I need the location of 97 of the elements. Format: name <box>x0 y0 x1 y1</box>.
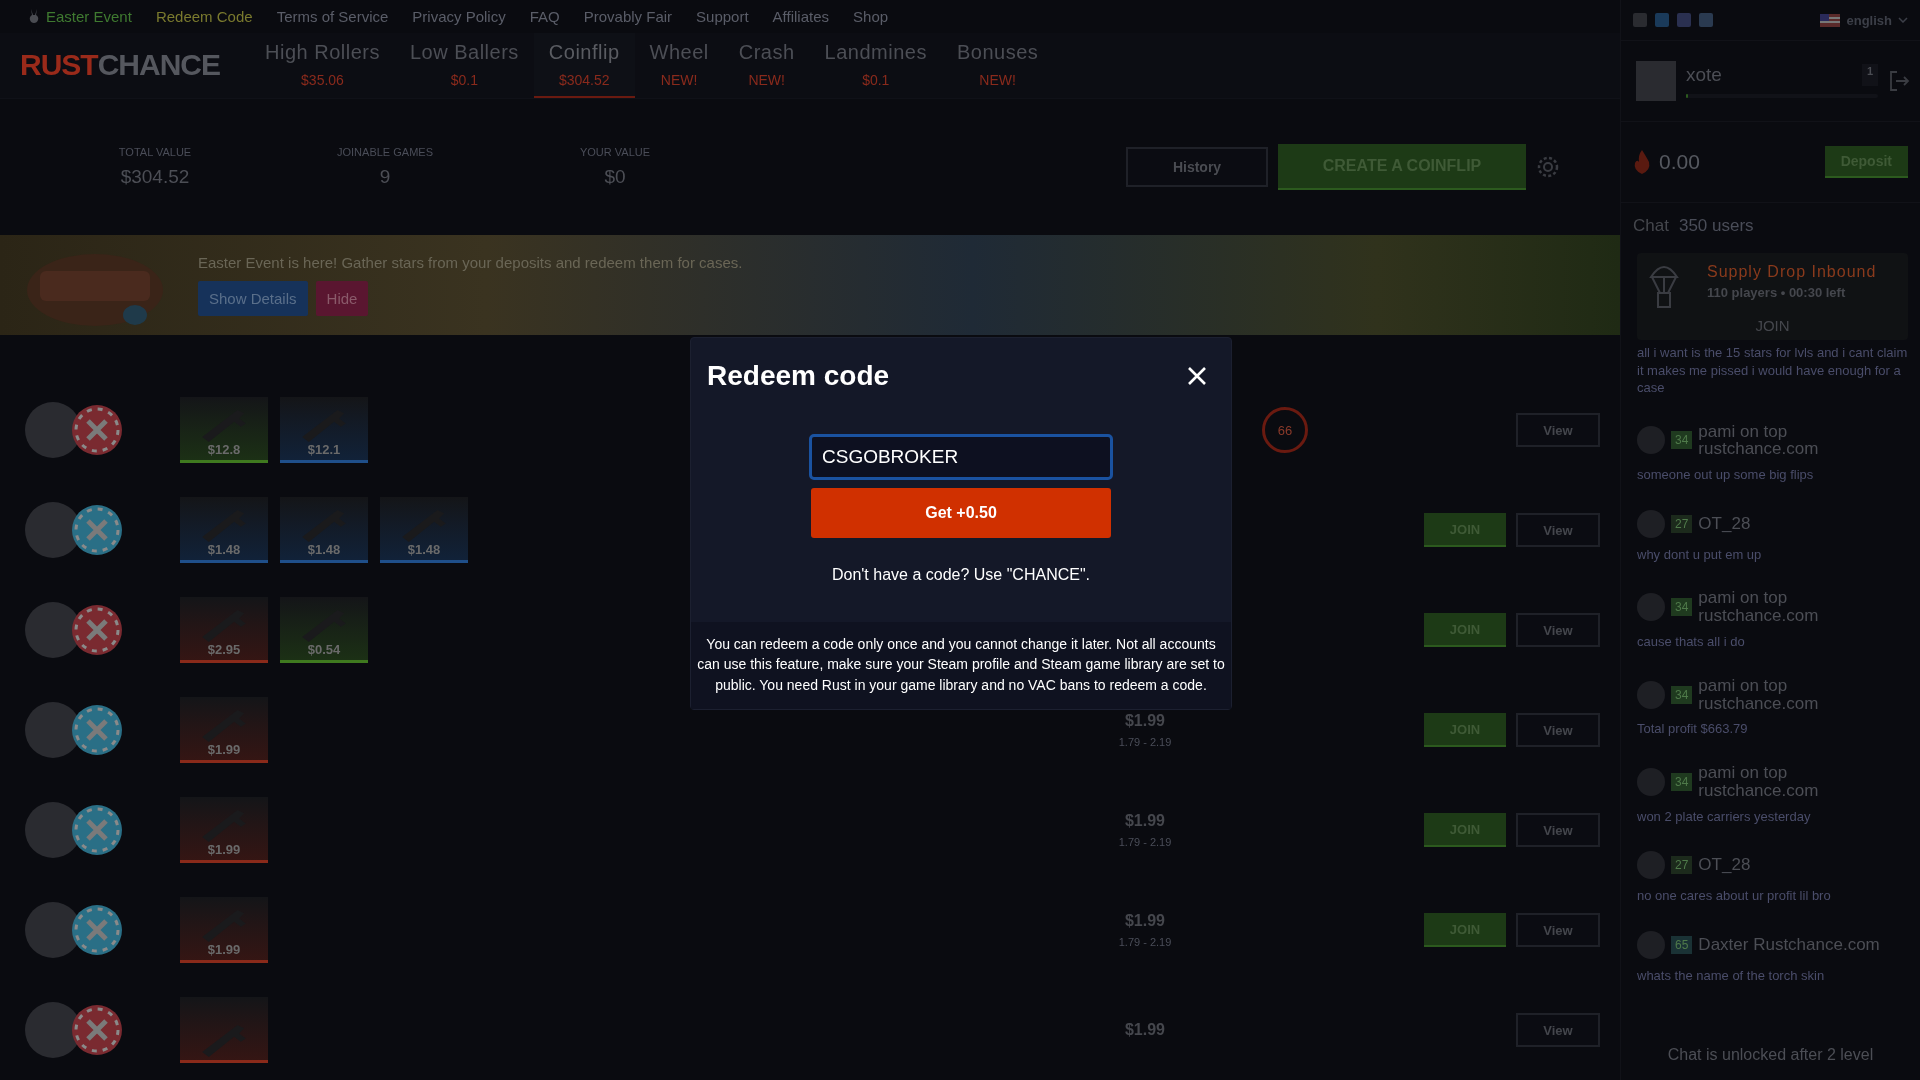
code-hint: Don't have a code? Use "CHANCE". <box>831 566 1091 584</box>
item-price: $1.48 <box>207 542 241 557</box>
chat-username: OT_28 <box>1698 514 1751 533</box>
stat-value: 9 <box>379 166 391 189</box>
item-price: $1.48 <box>307 542 341 557</box>
flame-icon <box>1633 150 1651 174</box>
hide-button[interactable]: Hide <box>315 281 369 316</box>
chat-message: won 2 plate carriers yesterday <box>1637 807 1812 826</box>
item-price: $1.99 <box>207 742 241 757</box>
level-badge: 34 <box>1671 598 1693 617</box>
view-button[interactable]: View <box>1516 913 1600 947</box>
chat-message: Total profit $663.79 <box>1637 720 1749 738</box>
game-value: $1.99 <box>1124 812 1165 830</box>
chat-username: pami on top rustchance.com <box>1698 763 1820 800</box>
chat-username: pami on top rustchance.com <box>1698 676 1820 713</box>
chat-message: no one cares about ur profit lil bro <box>1637 887 1832 905</box>
drop-info: 110 players • 00:30 left <box>1707 285 1847 300</box>
game-value: $1.99 <box>1124 712 1165 730</box>
join-range: 1.79 - 2.19 <box>1118 936 1172 948</box>
site-logo[interactable]: RUSTCHANCE <box>0 32 250 99</box>
top-link[interactable]: Redeem Code <box>155 7 253 25</box>
redeem-note: You can redeem a code only once and you cannot change it later. Not all accounts can use this feature, make sure your Steam profile and Steam game library are set to public. You need Rust in your game library and no VAC bans to redeem a code. <box>691 622 1231 709</box>
stat-value: $0 <box>604 166 626 189</box>
level-badge: 34 <box>1671 685 1693 704</box>
dialog-title: Redeem code <box>707 360 890 392</box>
user-name: xote <box>1686 64 1722 86</box>
top-link[interactable]: Terms of Service <box>276 7 389 25</box>
chat-message: all i want is the 15 stars for lvls and i cant claim it makes me pissed i would have enough for a case <box>1637 344 1908 397</box>
parachute-icon <box>1649 263 1679 309</box>
item-price: $1.48 <box>407 542 441 557</box>
level-badge: 1 <box>1861 64 1878 86</box>
game-value: $1.99 <box>1124 1021 1165 1039</box>
chat-title: Chat <box>1633 215 1669 236</box>
show-details-button[interactable]: Show Details <box>198 281 308 316</box>
balance-amount: 0.00 <box>1659 150 1700 174</box>
language-selector[interactable]: english <box>1820 12 1908 28</box>
chat-username: pami on top rustchance.com <box>1698 422 1820 459</box>
view-button[interactable]: View <box>1516 613 1600 647</box>
item-price: $12.8 <box>207 442 241 457</box>
user-avatar <box>1636 61 1676 101</box>
game-tab[interactable]: Bonuses NEW! <box>941 32 1054 99</box>
level-badge: 27 <box>1671 856 1693 875</box>
item-price: $12.1 <box>307 442 341 457</box>
top-link[interactable]: Shop <box>853 7 889 25</box>
flag-icon <box>1820 13 1841 27</box>
countdown-ring: 66 <box>1262 407 1308 453</box>
join-range: 1.79 - 2.19 <box>1118 736 1172 748</box>
view-button[interactable]: View <box>1516 513 1600 547</box>
top-link[interactable]: FAQ <box>529 7 560 25</box>
stat-label: TOTAL VALUE <box>118 146 192 159</box>
view-button[interactable]: View <box>1516 713 1600 747</box>
stat-value: $304.52 <box>120 166 190 189</box>
stat-label: YOUR VALUE <box>579 146 651 159</box>
view-button[interactable]: View <box>1516 1013 1600 1047</box>
item-icon <box>202 1025 246 1057</box>
chat-message: cause thats all i do <box>1637 633 1746 651</box>
top-link[interactable]: Support <box>696 7 749 25</box>
view-button[interactable]: View <box>1516 413 1600 447</box>
drop-join-button[interactable]: JOIN <box>1745 315 1800 336</box>
chat-username: OT_28 <box>1698 856 1751 875</box>
item-price: $1.99 <box>207 842 241 857</box>
level-badge: 34 <box>1671 431 1693 450</box>
item-price: $0.54 <box>307 642 341 657</box>
chat-username: pami on top rustchance.com <box>1698 589 1820 626</box>
redeem-button[interactable]: Get +0.50 <box>811 488 1111 538</box>
chat-message: why dont u put em up <box>1637 545 1763 564</box>
top-link[interactable]: Provably Fair <box>583 7 673 25</box>
stat-label: JOINABLE GAMES <box>337 146 433 159</box>
item-price: $2.95 <box>207 642 241 657</box>
logout-icon[interactable] <box>1888 70 1910 92</box>
top-link[interactable]: Easter Event <box>28 7 132 25</box>
chat-username: Daxter Rustchance.com <box>1698 935 1880 954</box>
top-link[interactable]: Affiliates <box>772 7 830 25</box>
level-badge: 27 <box>1671 514 1693 533</box>
game-tab[interactable]: High Rollers $35.06 <box>250 32 395 99</box>
game-tab[interactable]: Low Ballers $0.1 <box>394 32 534 99</box>
settings-icon[interactable] <box>1536 155 1560 180</box>
close-icon <box>1187 366 1207 386</box>
top-link[interactable]: Privacy Policy <box>412 7 506 25</box>
game-value: $1.99 <box>1124 912 1165 930</box>
bunny-icon <box>28 9 40 24</box>
item-price: $1.99 <box>207 942 241 957</box>
view-button[interactable]: View <box>1516 813 1600 847</box>
level-badge: 65 <box>1671 935 1693 954</box>
chat-message: someone out up some big flips <box>1637 466 1815 484</box>
game-tab[interactable]: Wheel NEW! <box>634 32 724 99</box>
drop-title: Supply Drop Inbound <box>1707 263 1878 281</box>
game-tab[interactable]: Crash NEW! <box>723 32 810 99</box>
code-input-field[interactable]: CSGOBROKER <box>809 434 1113 480</box>
caret-icon <box>1898 17 1908 23</box>
join-range: 1.79 - 2.19 <box>1118 836 1172 848</box>
chat-locked-notice: Chat is unlocked after 2 level <box>1666 1045 1875 1065</box>
online-users: 350 users <box>1678 215 1754 236</box>
level-badge: 34 <box>1671 772 1693 791</box>
history-button[interactable]: History <box>1126 147 1268 188</box>
chat-message: whats the name of the torch skin <box>1637 966 1826 985</box>
game-tab[interactable]: Landmines $0.1 <box>809 32 942 99</box>
